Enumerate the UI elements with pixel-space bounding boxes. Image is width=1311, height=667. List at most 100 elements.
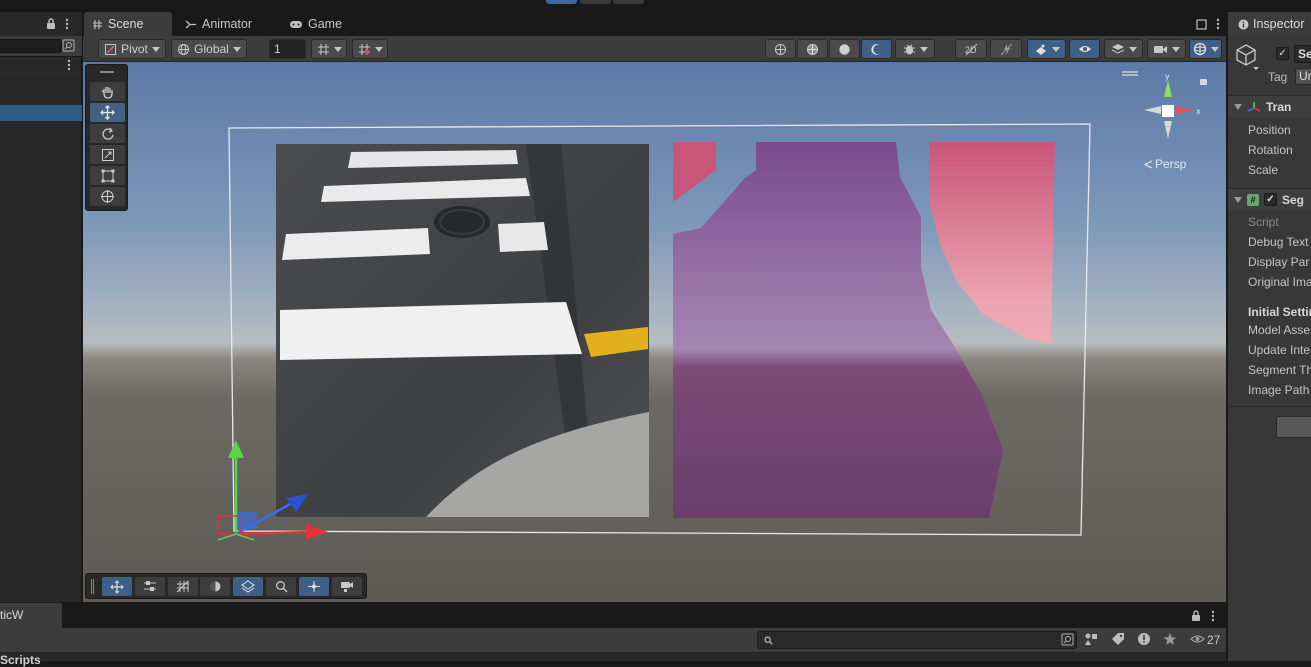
draw-mode-shaded-button[interactable] — [829, 39, 860, 59]
overlay-camera-button[interactable] — [332, 577, 362, 596]
type-filter-icon[interactable] — [1084, 632, 1099, 647]
rotate-tool-button[interactable] — [90, 124, 125, 143]
hierarchy-search-input[interactable] — [0, 39, 62, 53]
foldout-arrow-icon[interactable] — [1234, 196, 1242, 203]
active-checkbox[interactable]: ✓ — [1276, 47, 1289, 60]
grid-snapping-dropdown[interactable] — [311, 39, 347, 59]
lock-icon[interactable] — [45, 17, 57, 30]
play-button[interactable] — [546, 0, 577, 4]
star-icon[interactable] — [1163, 632, 1177, 646]
top-play-strip — [0, 0, 1311, 12]
scripts-folder-label[interactable]: Scripts — [0, 653, 41, 667]
grid-step-input[interactable]: 1 — [269, 39, 306, 59]
object-name-input[interactable]: Se — [1294, 45, 1311, 63]
console-tab-bar: ticW — [0, 603, 1226, 628]
debug-draw-dropdown[interactable] — [895, 39, 935, 59]
transform-tool-button[interactable] — [90, 187, 125, 206]
tab-animator[interactable]: Animator — [177, 12, 260, 36]
layers-icon — [241, 580, 255, 593]
animator-icon — [185, 20, 196, 28]
component-enabled-checkbox[interactable]: ✓ — [1264, 193, 1277, 206]
overlay-align-button[interactable] — [135, 577, 165, 596]
rotate-icon — [101, 127, 114, 140]
hidden-items-eye-icon[interactable] — [1190, 634, 1205, 644]
component-title: Seg — [1282, 192, 1305, 207]
tool-palette — [85, 64, 128, 211]
transform-header[interactable]: Tran — [1228, 95, 1311, 117]
tag-dropdown[interactable]: Ur — [1295, 68, 1311, 85]
hand-tool-button[interactable] — [90, 82, 125, 101]
drag-handle[interactable] — [100, 71, 114, 73]
layers-dropdown[interactable] — [1104, 39, 1143, 59]
console-search-input[interactable] — [757, 631, 1077, 649]
align-icon — [144, 581, 156, 591]
lighting-toggle-button[interactable] — [990, 39, 1022, 59]
move-icon — [100, 105, 115, 120]
warning-filter-icon[interactable] — [1137, 632, 1151, 646]
grid-icon — [93, 19, 102, 29]
overlay-search-button[interactable] — [266, 577, 296, 596]
tag-value: Ur — [1299, 69, 1311, 83]
globe-icon — [178, 43, 190, 55]
global-dropdown[interactable]: Global — [171, 39, 247, 59]
move-gizmo[interactable] — [208, 436, 333, 546]
scene-kebab-icon[interactable] — [66, 59, 72, 71]
increment-snap-icon — [358, 43, 370, 55]
overlay-move-button[interactable] — [102, 577, 132, 596]
component-header[interactable]: # ✓ Seg — [1228, 188, 1311, 210]
scale-tool-button[interactable] — [90, 145, 125, 164]
drag-handle[interactable] — [91, 579, 94, 594]
scale-label: Scale — [1248, 163, 1279, 177]
overlay-layers-button[interactable] — [233, 577, 263, 596]
lock-icon[interactable] — [1190, 609, 1202, 622]
2d-toggle-button[interactable]: 2D — [955, 39, 987, 59]
add-component-button[interactable] — [1276, 416, 1311, 438]
kebab-menu-icon[interactable] — [64, 18, 70, 30]
scale-icon — [101, 148, 114, 161]
tab-inspector[interactable]: Inspector — [1228, 12, 1311, 36]
tab-console[interactable]: ticW — [0, 603, 62, 628]
divider — [0, 56, 82, 57]
rect-tool-button[interactable] — [90, 166, 125, 185]
wireframe-sphere-icon — [775, 43, 786, 55]
search-filter-icon[interactable] — [1061, 633, 1074, 646]
effects-dropdown[interactable] — [1027, 39, 1066, 59]
tab-game[interactable]: Game — [281, 12, 350, 36]
pause-button[interactable] — [580, 0, 611, 4]
overlay-shading-button[interactable] — [200, 577, 230, 596]
hierarchy-selected-row[interactable] — [0, 105, 82, 121]
scene-panel-kebab-icon[interactable] — [1215, 18, 1221, 30]
overlay-toolbar — [85, 573, 367, 599]
scene-visibility-button[interactable] — [1069, 39, 1100, 59]
persp-label[interactable]: Persp — [1144, 157, 1186, 171]
tab-scene[interactable]: Scene — [84, 12, 172, 36]
scene-viewport[interactable]: x y Persp — [83, 62, 1226, 602]
step-button[interactable] — [613, 0, 644, 4]
pivot-dropdown[interactable]: Pivot — [98, 39, 166, 59]
camera-dropdown[interactable] — [1147, 39, 1186, 59]
search-options-icon[interactable] — [62, 39, 75, 52]
divider — [0, 73, 82, 74]
gizmos-dropdown[interactable] — [1189, 39, 1222, 59]
overlay-grid-button[interactable] — [168, 577, 198, 596]
increment-snap-dropdown[interactable] — [352, 39, 388, 59]
draw-mode-wireframe-button[interactable] — [765, 39, 796, 59]
draw-mode-shaded-wire-button[interactable] — [797, 39, 828, 59]
svg-text:x: x — [1196, 107, 1201, 116]
console-panel: ticW 27 Scripts — [0, 602, 1226, 667]
foldout-arrow-icon[interactable] — [1234, 103, 1242, 110]
global-label: Global — [194, 42, 229, 56]
svg-text:y: y — [1165, 72, 1170, 81]
label-filter-icon[interactable] — [1111, 632, 1125, 646]
overlay-pivot-button[interactable] — [299, 577, 329, 596]
console-kebab-icon[interactable] — [1210, 610, 1216, 622]
gamepad-icon — [290, 21, 302, 28]
maximize-icon[interactable] — [1196, 18, 1207, 30]
draw-mode-lit-button[interactable] — [861, 39, 892, 59]
position-label: Position — [1248, 123, 1291, 137]
search-icon — [764, 636, 773, 645]
hierarchy-panel — [0, 12, 82, 602]
move-tool-button[interactable] — [90, 103, 125, 122]
gameobject-cube-icon[interactable] — [1236, 43, 1260, 71]
orientation-gizmo[interactable]: x y — [1118, 67, 1213, 147]
